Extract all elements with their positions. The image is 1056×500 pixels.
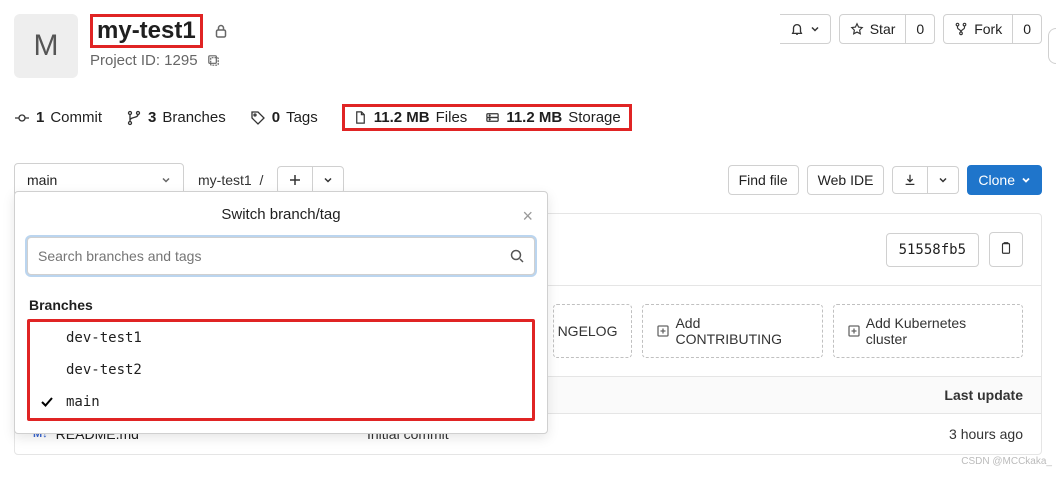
- add-dropdown[interactable]: [313, 167, 343, 193]
- project-avatar: M: [14, 14, 78, 78]
- tags-stat[interactable]: 0Tags: [250, 109, 318, 126]
- star-count[interactable]: 0: [906, 14, 935, 44]
- add-changelog-button[interactable]: NGELOG: [553, 304, 633, 358]
- size-highlight: 11.2 MBFiles 11.2 MBStorage: [342, 104, 632, 131]
- branch-dropdown: Switch branch/tag × Branches dev-test1 d…: [14, 191, 548, 434]
- web-ide-button[interactable]: Web IDE: [807, 165, 885, 195]
- tag-icon: [250, 110, 266, 126]
- truncated-button: [1048, 28, 1056, 64]
- project-title: my-test1: [90, 14, 203, 48]
- project-header: M my-test1 Project ID: 1295: [14, 14, 1042, 78]
- project-stats: 1Commit 3Branches 0Tags 11.2 MBFiles: [14, 104, 1042, 131]
- find-file-button[interactable]: Find file: [728, 165, 799, 195]
- notification-button[interactable]: [780, 14, 831, 44]
- dropdown-title: Switch branch/tag: [221, 206, 340, 223]
- commits-stat[interactable]: 1Commit: [14, 109, 102, 126]
- close-icon[interactable]: ×: [522, 206, 533, 227]
- branch-item-dev-test1[interactable]: dev-test1: [30, 322, 532, 354]
- watermark: CSDN @MCCkaka_: [961, 456, 1052, 467]
- branches-section-label: Branches: [15, 287, 547, 319]
- fork-button[interactable]: Fork: [943, 14, 1013, 44]
- branch-item-main[interactable]: main: [30, 386, 532, 418]
- clipboard-icon: [999, 241, 1013, 255]
- branches-list-highlight: dev-test1 dev-test2 main: [27, 319, 535, 421]
- branches-stat[interactable]: 3Branches: [126, 109, 226, 126]
- file-icon: [353, 110, 368, 125]
- storage-stat[interactable]: 11.2 MBStorage: [485, 109, 620, 126]
- branch-icon: [126, 110, 142, 126]
- lock-icon: [213, 23, 229, 39]
- star-label: Star: [870, 21, 896, 37]
- copy-sha-button[interactable]: [989, 232, 1023, 267]
- breadcrumb[interactable]: my-test1 /: [198, 172, 263, 188]
- add-button[interactable]: [278, 167, 313, 193]
- files-size-stat[interactable]: 11.2 MBFiles: [353, 109, 468, 126]
- branch-item-dev-test2[interactable]: dev-test2: [30, 354, 532, 386]
- search-icon[interactable]: [509, 248, 525, 264]
- fork-count[interactable]: 0: [1013, 14, 1042, 44]
- chevron-down-icon: [161, 175, 171, 185]
- star-button[interactable]: Star: [839, 14, 907, 44]
- branch-search-input[interactable]: [27, 237, 535, 275]
- commit-sha[interactable]: 51558fb5: [886, 233, 979, 267]
- download-dropdown[interactable]: [928, 166, 959, 194]
- chevron-down-icon: [810, 24, 820, 34]
- star-icon: [850, 22, 864, 36]
- bell-icon: [790, 22, 804, 36]
- commit-icon: [14, 110, 30, 126]
- download-button[interactable]: [892, 166, 928, 194]
- add-kubernetes-button[interactable]: Add Kubernetes cluster: [833, 304, 1023, 358]
- fork-icon: [954, 22, 968, 36]
- plus-icon: [848, 325, 860, 337]
- plus-icon: [657, 325, 669, 337]
- fork-label: Fork: [974, 21, 1002, 37]
- copy-id-icon[interactable]: [206, 53, 221, 68]
- download-icon: [903, 173, 917, 187]
- clone-button[interactable]: Clone: [967, 165, 1042, 195]
- project-id: Project ID: 1295: [90, 52, 198, 69]
- add-contributing-button[interactable]: Add CONTRIBUTING: [642, 304, 822, 358]
- file-updated: 3 hours ago: [873, 426, 1023, 442]
- check-icon: [40, 395, 56, 409]
- storage-icon: [485, 110, 500, 125]
